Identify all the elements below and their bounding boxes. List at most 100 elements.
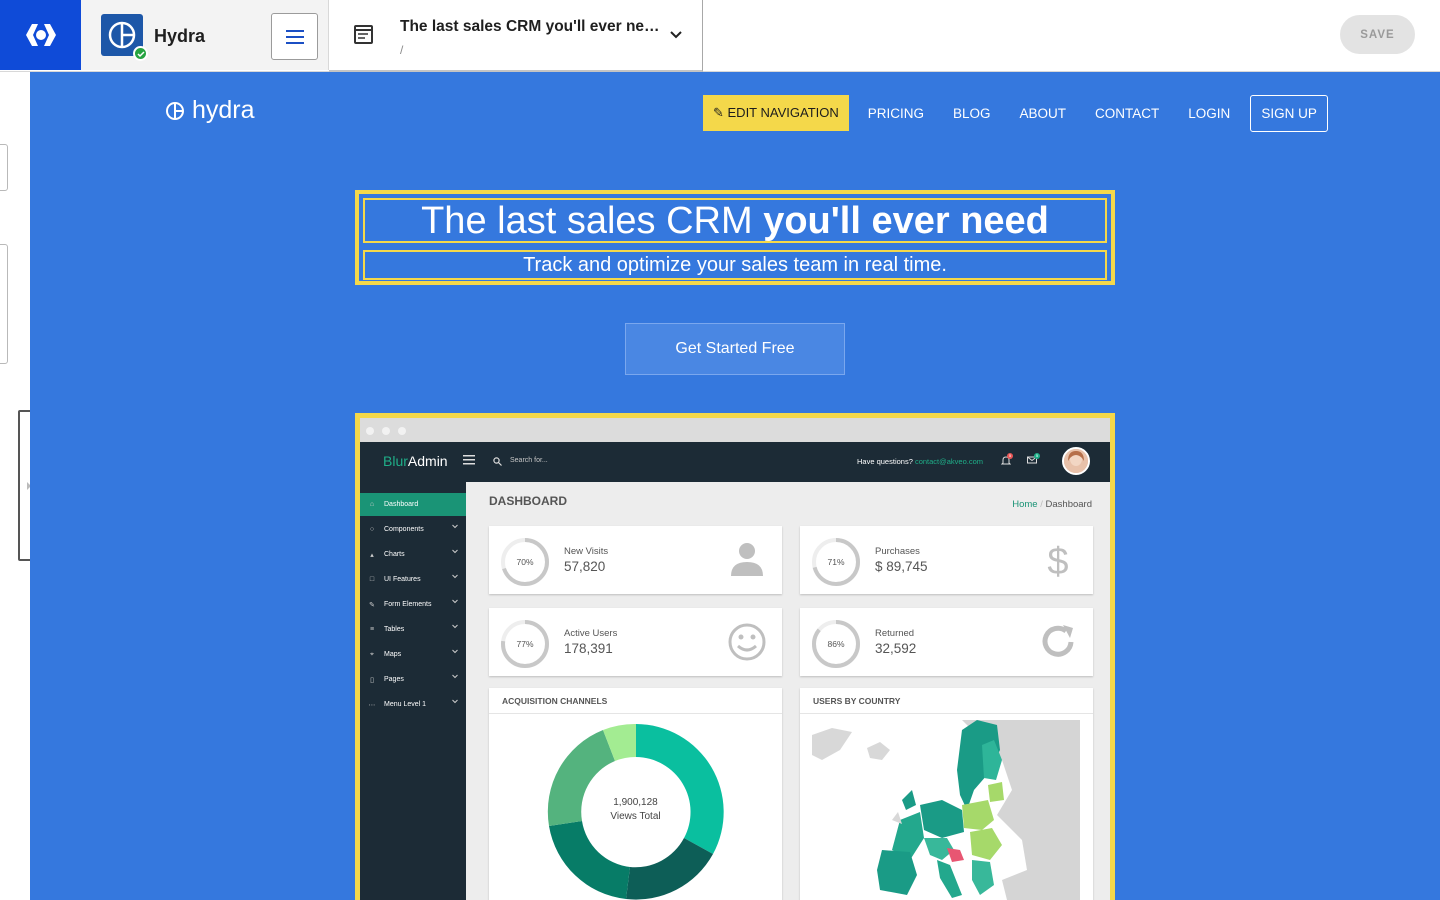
chevron-down-icon bbox=[452, 624, 458, 629]
current-page-path: / bbox=[400, 43, 404, 57]
form-icon: ✎ bbox=[369, 601, 375, 609]
sidebar-item: ✎ Form Elements bbox=[360, 593, 466, 616]
stat-label: New Visits bbox=[564, 546, 609, 557]
page-icon bbox=[354, 25, 373, 44]
window-dot bbox=[366, 427, 374, 435]
nav-link-login[interactable]: LOGIN bbox=[1188, 106, 1230, 121]
sidebar-item-label: Menu Level 1 bbox=[384, 701, 427, 708]
nav-link-contact[interactable]: CONTACT bbox=[1095, 106, 1159, 121]
stat-card: 77% Active Users 178,391 bbox=[489, 608, 782, 676]
save-button[interactable]: SAVE bbox=[1340, 15, 1415, 54]
sidebar-item: ≡ Tables bbox=[360, 618, 466, 641]
sidebar-item: ⋯ Menu Level 1 bbox=[360, 693, 466, 716]
stat-card: 71% Purchases $ 89,745 $ bbox=[800, 526, 1093, 594]
sidebar-item-label: Components bbox=[384, 526, 424, 533]
table-icon: ≡ bbox=[369, 626, 375, 633]
dashboard-search: Search for... bbox=[510, 457, 548, 464]
sidebar-item-label: Charts bbox=[384, 551, 405, 558]
logo-part2: Admin bbox=[407, 453, 448, 469]
stat-label: Returned bbox=[875, 628, 915, 639]
page-preview-canvas: hydra ✎ EDIT NAVIGATION PRICING BLOG ABO… bbox=[30, 72, 1440, 900]
smile-icon bbox=[728, 623, 766, 661]
chevron-down-icon bbox=[452, 549, 458, 554]
person-icon bbox=[731, 543, 763, 576]
panel-title: ACQUISITION CHANNELS bbox=[502, 696, 608, 706]
sidebar-item-label: Dashboard bbox=[384, 501, 419, 508]
hamburger-icon bbox=[463, 455, 475, 465]
ui-icon: □ bbox=[369, 576, 375, 583]
nav-link-about[interactable]: ABOUT bbox=[1020, 106, 1067, 121]
sidebar-item-label: UI Features bbox=[384, 576, 421, 583]
bluradmin-logo: BlurAdmin bbox=[383, 453, 448, 469]
sidebar-item: ▴ Charts bbox=[360, 543, 466, 566]
get-started-button[interactable]: Get Started Free bbox=[625, 323, 845, 375]
progress-ring: 86% bbox=[812, 620, 860, 668]
sidebar-item: □ UI Features bbox=[360, 568, 466, 591]
help-text: Have questions? contact@akveo.com bbox=[857, 457, 983, 466]
collapsed-field bbox=[0, 144, 8, 191]
europe-map bbox=[812, 720, 1080, 900]
verified-check-icon bbox=[133, 46, 148, 61]
panel-divider bbox=[489, 713, 782, 714]
dashboard-screenshot-image[interactable]: BlurAdmin Search for... Have questions? … bbox=[355, 413, 1115, 900]
brand-name: hydra bbox=[192, 96, 255, 124]
dashboard-header: BlurAdmin Search for... Have questions? … bbox=[360, 442, 1110, 482]
hero-title-light: The last sales CRM bbox=[421, 200, 764, 242]
hero-title[interactable]: The last sales CRM you'll ever need bbox=[363, 198, 1107, 243]
site-navigation: ✎ EDIT NAVIGATION PRICING BLOG ABOUT CON… bbox=[703, 94, 1328, 132]
panel-divider bbox=[800, 713, 1093, 714]
stat-value: 178,391 bbox=[564, 641, 613, 656]
progress-percent: 77% bbox=[516, 639, 533, 649]
editor-logo[interactable] bbox=[0, 0, 81, 70]
chevron-down-icon bbox=[452, 599, 458, 604]
window-dot bbox=[382, 427, 390, 435]
mail-badge: 5 bbox=[1034, 453, 1040, 459]
site-brand[interactable]: hydra bbox=[165, 96, 255, 125]
nav-link-blog[interactable]: BLOG bbox=[953, 106, 991, 121]
stat-value: 57,820 bbox=[564, 559, 606, 574]
progress-percent: 86% bbox=[827, 639, 844, 649]
donut-center-label: 1,900,128 Views Total bbox=[489, 796, 782, 824]
edit-navigation-button[interactable]: ✎ EDIT NAVIGATION bbox=[703, 95, 849, 131]
sidebar-item: ○ Components bbox=[360, 518, 466, 541]
chart-icon: ▴ bbox=[370, 551, 374, 559]
left-panel-collapsed bbox=[0, 72, 39, 900]
user-avatar bbox=[1062, 447, 1090, 475]
sidebar-item-label: Maps bbox=[384, 651, 402, 658]
stat-value: 32,592 bbox=[875, 641, 917, 656]
contact-email: contact@akveo.com bbox=[914, 457, 984, 466]
app-logo-icon bbox=[25, 24, 56, 46]
site-selector[interactable]: Hydra bbox=[81, 0, 329, 70]
svg-text:$: $ bbox=[1047, 541, 1068, 580]
stat-card: 86% Returned 32,592 bbox=[800, 608, 1093, 676]
nav-link-pricing[interactable]: PRICING bbox=[868, 106, 924, 121]
dashboard-sidebar: ⌂ Dashboard ○ Components ▴ Charts □ UI Features… bbox=[360, 482, 466, 900]
search-icon bbox=[493, 457, 502, 466]
breadcrumb: Home / Dashboard bbox=[1012, 499, 1092, 510]
current-page-title: The last sales CRM you'll ever need bbox=[400, 18, 660, 35]
chevron-down-icon[interactable] bbox=[669, 28, 683, 42]
window-dot bbox=[398, 427, 406, 435]
hamburger-menu-button[interactable] bbox=[271, 13, 318, 60]
logo-part1: Blur bbox=[383, 453, 408, 469]
sidebar-item-label: Pages bbox=[384, 676, 404, 683]
page-selector[interactable]: The last sales CRM you'll ever need / bbox=[329, 0, 703, 72]
acquisition-channels-panel: ACQUISITION CHANNELS 1,900,128 Views Tot… bbox=[489, 688, 782, 900]
page-icon: ▯ bbox=[370, 676, 374, 684]
chevron-down-icon bbox=[452, 674, 458, 679]
menu-icon: ⋯ bbox=[368, 701, 376, 709]
hydra-logo-icon bbox=[108, 21, 136, 49]
collapsed-textarea bbox=[0, 244, 8, 364]
home-icon: ⌂ bbox=[369, 501, 375, 508]
refresh-icon bbox=[1042, 625, 1074, 657]
hero-subtitle[interactable]: Track and optimize your sales team in re… bbox=[363, 250, 1107, 280]
stat-value: $ 89,745 bbox=[875, 559, 928, 574]
progress-percent: 70% bbox=[516, 557, 533, 567]
views-total-value: 1,900,128 bbox=[613, 797, 658, 808]
progress-ring: 71% bbox=[812, 538, 860, 586]
chevron-down-icon bbox=[452, 649, 458, 654]
hero-block[interactable]: The last sales CRM you'll ever need Trac… bbox=[355, 190, 1115, 285]
signup-button[interactable]: SIGN UP bbox=[1250, 94, 1328, 132]
breadcrumb-current: Dashboard bbox=[1045, 499, 1092, 510]
help-question: Have questions? bbox=[857, 457, 915, 466]
